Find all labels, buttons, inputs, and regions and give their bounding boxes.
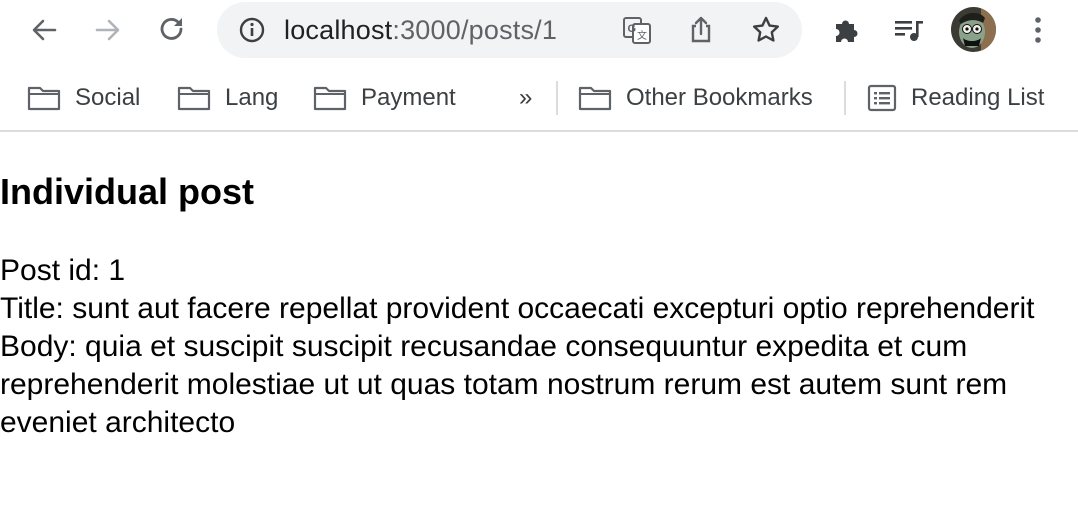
forward-button[interactable]: [88, 10, 128, 50]
avatar-image-icon: [951, 7, 996, 52]
site-info-icon[interactable]: [235, 13, 269, 47]
url-host: localhost: [284, 15, 393, 45]
share-icon[interactable]: [684, 13, 718, 47]
menu-kebab-icon[interactable]: [1018, 10, 1058, 50]
bookmark-star-icon[interactable]: [749, 13, 783, 47]
svg-text:G: G: [628, 23, 637, 35]
folder-icon: [27, 86, 61, 111]
bookmark-label: Payment: [361, 84, 456, 111]
url-path: :3000/posts/1: [392, 15, 558, 45]
bookmark-folder-lang[interactable]: Lang: [177, 80, 278, 116]
reload-button[interactable]: [152, 10, 192, 50]
arrow-left-icon: [32, 19, 57, 41]
bookmarks-bar: Social Lang Payment » Other Bookmarks Re…: [0, 63, 1078, 132]
other-bookmarks-folder[interactable]: Other Bookmarks: [578, 80, 813, 116]
bookmarks-overflow-button[interactable]: »: [519, 80, 532, 116]
bookmark-folder-payment[interactable]: Payment: [313, 80, 456, 116]
reload-icon: [160, 18, 183, 40]
profile-avatar[interactable]: [951, 7, 996, 52]
extensions-icon[interactable]: [826, 10, 866, 50]
reading-list-label: Reading List: [911, 84, 1045, 111]
post-id: Post id: 1: [0, 254, 126, 287]
browser-toolbar: localhost:3000/posts/1 G文: [0, 0, 1078, 63]
bookmarks-divider: [556, 81, 558, 115]
reading-list-button[interactable]: Reading List: [867, 80, 1044, 116]
translate-icon[interactable]: G文: [620, 13, 654, 47]
bookmark-label: Social: [75, 84, 141, 111]
post-details: Post id: 1 Title: sunt aut facere repell…: [0, 252, 1074, 442]
page-title: Individual post: [0, 171, 255, 212]
folder-icon: [313, 86, 347, 111]
arrow-right-icon: [95, 19, 120, 41]
folder-icon: [177, 86, 211, 111]
url-text[interactable]: localhost:3000/posts/1: [284, 15, 589, 46]
bookmarks-divider: [844, 81, 846, 115]
media-queue-icon[interactable]: [889, 10, 929, 50]
chevron-double-right-icon: »: [519, 84, 533, 111]
post-title: Title: sunt aut facere repellat providen…: [0, 292, 1035, 325]
address-bar[interactable]: localhost:3000/posts/1 G文: [217, 2, 802, 58]
folder-icon: [578, 86, 612, 111]
bookmark-label: Other Bookmarks: [626, 84, 813, 111]
bookmark-folder-social[interactable]: Social: [27, 80, 140, 116]
reading-list-icon: [867, 84, 897, 112]
bookmark-label: Lang: [225, 84, 279, 111]
back-button[interactable]: [24, 10, 64, 50]
svg-text:文: 文: [637, 29, 647, 42]
post-body: Body: quia et suscipit suscipit recusand…: [0, 330, 1008, 439]
